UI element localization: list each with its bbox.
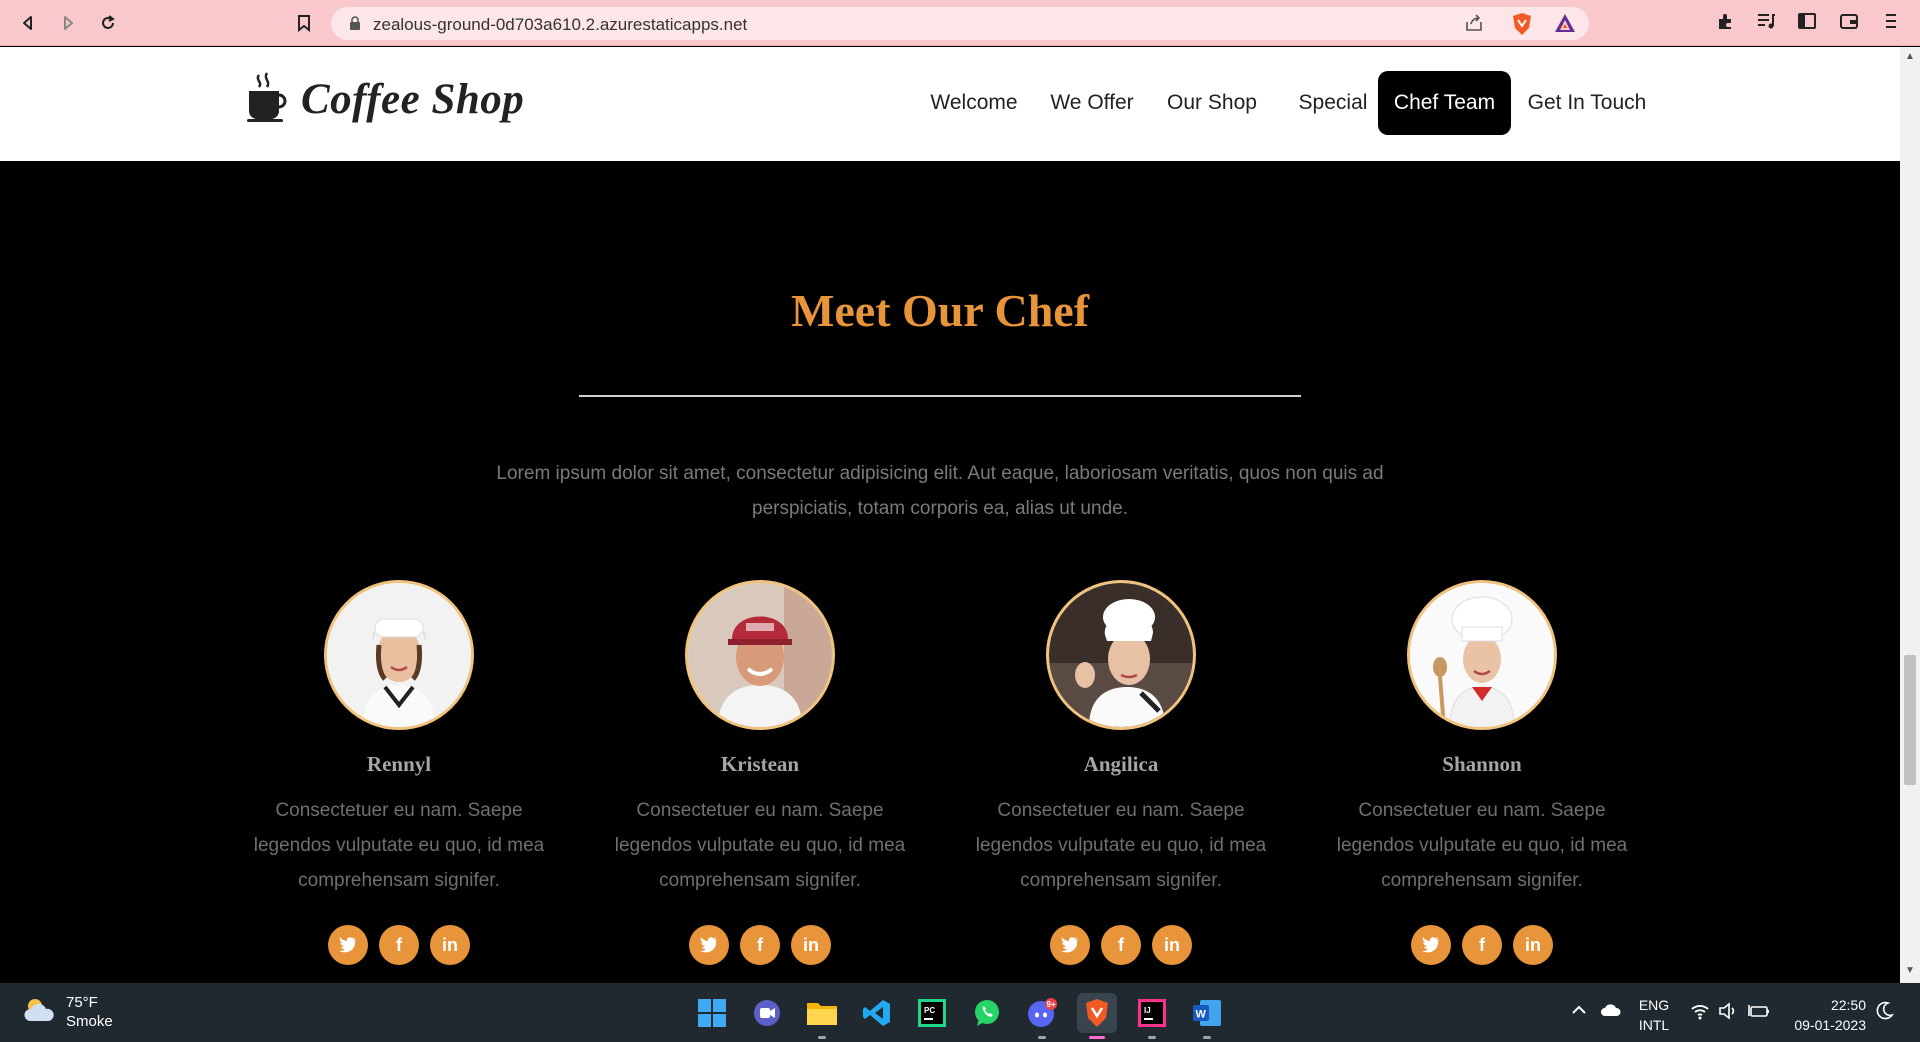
scroll-up-icon[interactable]: ▲ (1905, 51, 1915, 62)
volume-icon[interactable] (1718, 1002, 1738, 1042)
focus-moon-icon[interactable] (1876, 1001, 1894, 1042)
wifi-icon[interactable] (1690, 1002, 1710, 1042)
weather-widget[interactable]: 75°F Smoke (22, 993, 113, 1031)
discord-badge: 9+ (1047, 1000, 1056, 1009)
nav-chef-team[interactable]: Chef Team (1378, 71, 1511, 135)
vscode-icon[interactable] (857, 993, 897, 1033)
pycharm-icon[interactable]: PC (912, 993, 952, 1033)
running-indicator (1203, 1036, 1211, 1039)
intellij-icon[interactable]: IJ (1132, 993, 1172, 1039)
forward-icon[interactable] (54, 9, 82, 37)
menu-icon[interactable] (1884, 11, 1898, 36)
weather-temp: 75°F (66, 994, 98, 1011)
chef-avatar (324, 580, 474, 730)
linkedin-icon[interactable]: in (1152, 925, 1192, 965)
start-icon[interactable] (692, 993, 732, 1033)
linkedin-icon[interactable]: in (1513, 925, 1553, 965)
running-indicator (818, 1036, 826, 1039)
sidebar-icon[interactable] (1797, 11, 1817, 36)
social-links: f in (967, 925, 1275, 965)
chef-name: Kristean (720, 752, 800, 776)
input-language[interactable]: ENG INTL (1636, 995, 1672, 1035)
chef-team-section: Meet Our Chef Lorem ipsum dolor sit amet… (0, 161, 1900, 983)
title-divider (579, 395, 1301, 397)
url-text: zealous-ground-0d703a610.2.azurestaticap… (373, 15, 748, 34)
twitter-icon[interactable] (689, 925, 729, 965)
social-links: f in (245, 925, 553, 965)
chef-bio: Consectetuer eu nam. Saepe legendos vulp… (1336, 800, 1628, 891)
social-links: f in (606, 925, 914, 965)
chef-bio: Consectetuer eu nam. Saepe legendos vulp… (614, 800, 906, 891)
chef-bio: Consectetuer eu nam. Saepe legendos vulp… (975, 800, 1267, 891)
twitter-icon[interactable] (1050, 925, 1090, 965)
active-indicator (1089, 1036, 1105, 1039)
back-icon[interactable] (14, 9, 42, 37)
scroll-thumb[interactable] (1904, 655, 1916, 785)
clock-time: 22:50 (1830, 997, 1866, 1013)
twitter-icon[interactable] (328, 925, 368, 965)
address-bar[interactable]: zealous-ground-0d703a610.2.azurestaticap… (331, 7, 1589, 40)
wallet-icon[interactable] (1839, 11, 1859, 36)
battery-icon[interactable] (1748, 1002, 1770, 1042)
lang-layout: INTL (1638, 1017, 1670, 1033)
running-indicator (1038, 1036, 1046, 1039)
facebook-icon[interactable]: f (379, 925, 419, 965)
weather-cloud-icon (22, 995, 56, 1030)
onedrive-icon[interactable] (1600, 1002, 1622, 1042)
page-scrollbar[interactable]: ▲ ▼ (1900, 47, 1920, 983)
reload-icon[interactable] (94, 9, 122, 37)
brave-rewards-icon[interactable] (1553, 12, 1577, 39)
chef-name: Rennyl (366, 752, 432, 776)
nav-get-in-touch[interactable]: Get In Touch (1520, 71, 1654, 135)
linkedin-icon[interactable]: in (791, 925, 831, 965)
section-title: Meet Our Chef (790, 285, 1090, 336)
nav-we-offer[interactable]: We Offer (1042, 71, 1142, 135)
nav-welcome[interactable]: Welcome (917, 71, 1031, 135)
svg-text:PC: PC (924, 1006, 935, 1015)
discord-icon[interactable]: 9+ (1022, 993, 1062, 1039)
system-clock[interactable]: 22:50 09-01-2023 (1790, 995, 1866, 1035)
coffee-cup-icon (245, 71, 287, 128)
clock-date: 09-01-2023 (1794, 1017, 1866, 1033)
site-header: Coffee Shop Welcome We Offer Our Shop Sp… (0, 47, 1900, 161)
tray-overflow-icon[interactable] (1570, 1003, 1588, 1042)
facebook-icon[interactable]: f (1101, 925, 1141, 965)
word-icon[interactable]: W (1187, 993, 1227, 1039)
bookmark-icon[interactable] (290, 9, 318, 37)
twitter-icon[interactable] (1411, 925, 1451, 965)
chef-avatar (685, 580, 835, 730)
lock-icon (349, 16, 361, 36)
share-icon[interactable] (1464, 14, 1484, 37)
social-links: f in (1328, 925, 1636, 965)
svg-text:W: W (1196, 1009, 1207, 1021)
running-indicator (1148, 1036, 1156, 1039)
facebook-icon[interactable]: f (740, 925, 780, 965)
linkedin-icon[interactable]: in (430, 925, 470, 965)
weather-desc: Smoke (66, 1013, 113, 1030)
file-explorer-icon[interactable] (802, 993, 842, 1039)
nav-special[interactable]: Special (1283, 71, 1383, 135)
whatsapp-icon[interactable] (967, 993, 1007, 1033)
playlist-icon[interactable] (1756, 11, 1776, 36)
brave-browser-icon[interactable] (1077, 993, 1117, 1039)
svg-text:IJ: IJ (1144, 1006, 1151, 1015)
nav-our-shop[interactable]: Our Shop (1156, 71, 1268, 135)
chef-name: Shannon (1442, 752, 1522, 776)
browser-toolbar: zealous-ground-0d703a610.2.azurestaticap… (0, 0, 1920, 46)
scroll-down-icon[interactable]: ▼ (1905, 965, 1915, 976)
section-description: Lorem ipsum dolor sit amet, consectetur … (496, 463, 1384, 519)
lang-code: ENG (1638, 997, 1670, 1013)
extensions-icon[interactable] (1716, 11, 1736, 36)
brave-shield-icon[interactable] (1511, 12, 1533, 41)
facebook-icon[interactable]: f (1462, 925, 1502, 965)
teams-chat-icon[interactable] (747, 993, 787, 1033)
chef-avatar (1407, 580, 1557, 730)
chef-avatar (1046, 580, 1196, 730)
chef-bio: Consectetuer eu nam. Saepe legendos vulp… (253, 800, 545, 891)
logo[interactable]: Coffee Shop (245, 71, 524, 128)
chef-name: Angilica (1083, 752, 1159, 776)
windows-taskbar: 75°F Smoke PC 9+ IJ W ENG INTL 22:50 09-… (0, 983, 1920, 1042)
logo-text: Coffee Shop (301, 76, 525, 123)
